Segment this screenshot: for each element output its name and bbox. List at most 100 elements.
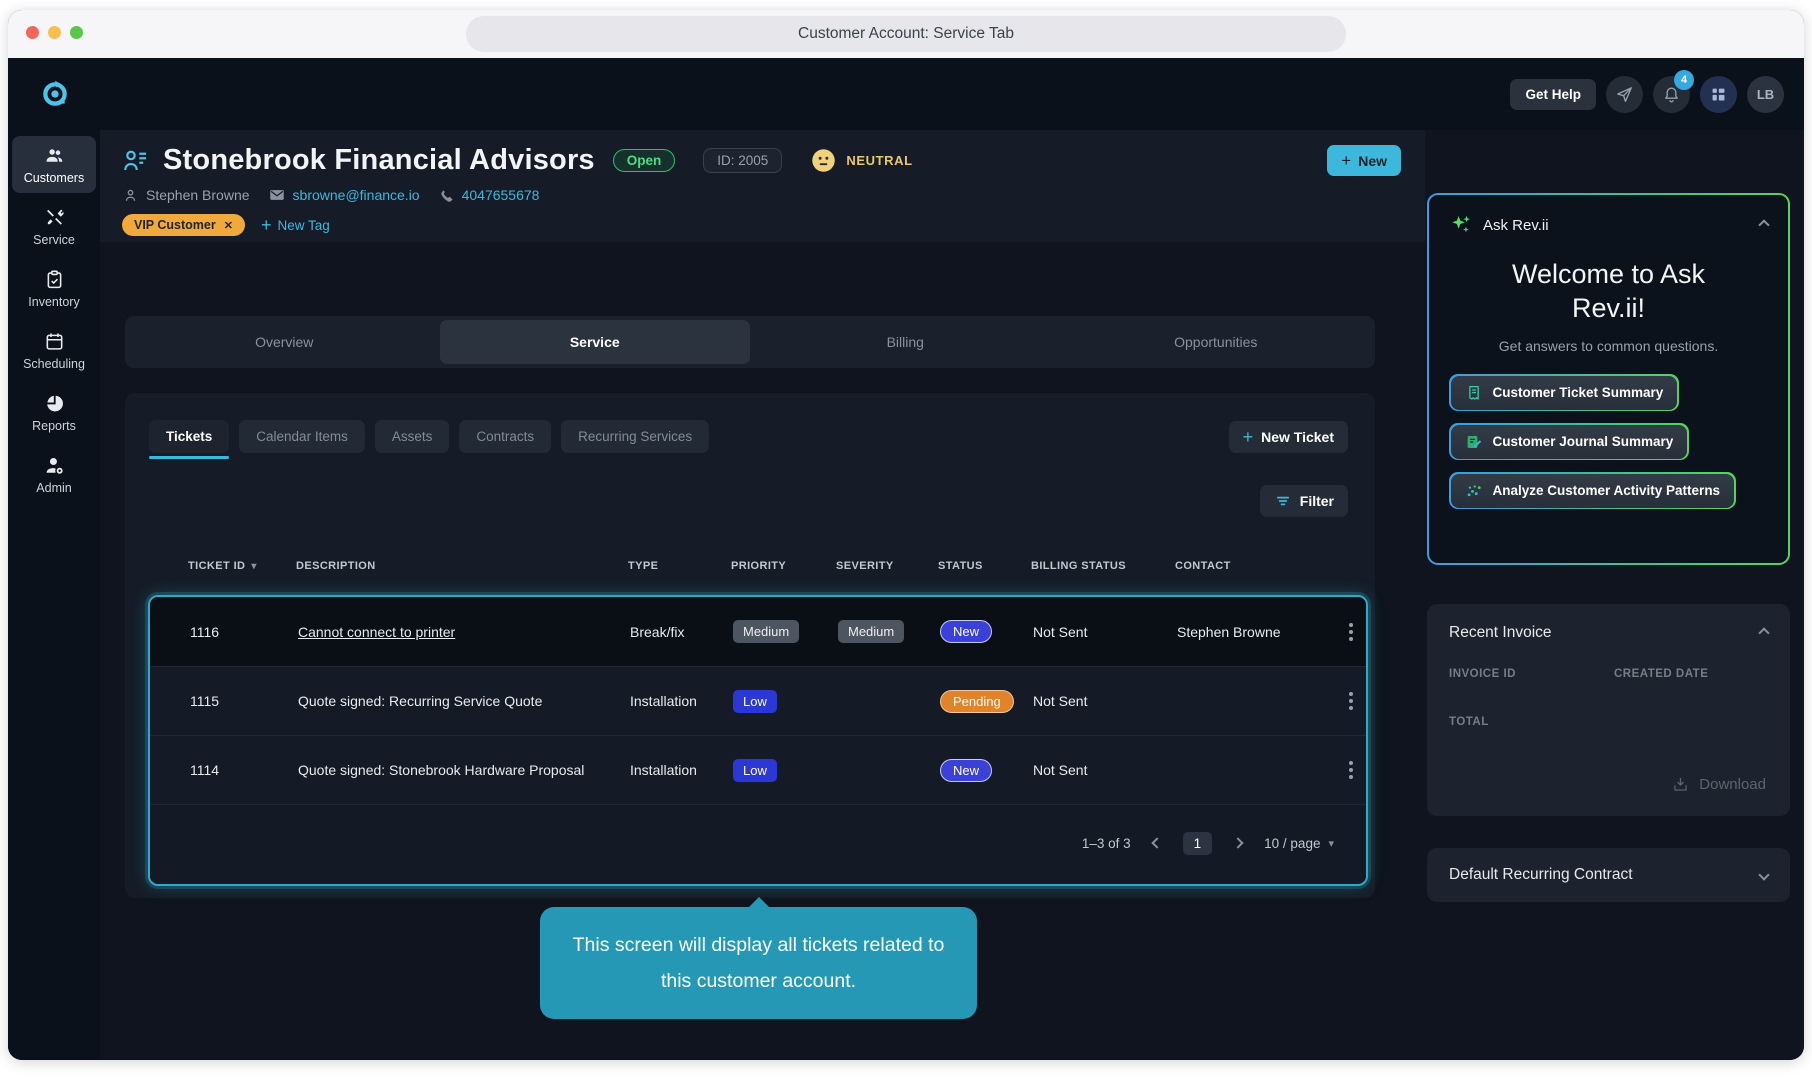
ticket-description-link[interactable]: Cannot connect to printer	[298, 624, 630, 640]
collapse-invoice-button[interactable]	[1760, 629, 1768, 637]
recent-invoice-card: Recent Invoice INVOICE ID CREATED DATE T…	[1427, 604, 1790, 816]
remove-tag-icon[interactable]: ✕	[224, 219, 233, 232]
notification-count-badge: 4	[1674, 70, 1694, 90]
customer-profile-icon	[122, 147, 149, 174]
priority-cell: Low	[733, 690, 838, 713]
window-title: Customer Account: Service Tab	[466, 16, 1346, 52]
page-size-select[interactable]: 10 / page ▾	[1264, 836, 1334, 851]
minimize-window-button[interactable]	[48, 26, 61, 39]
pie-chart-icon	[44, 393, 65, 414]
user-avatar[interactable]: LB	[1747, 76, 1784, 113]
ask-action-label: Analyze Customer Activity Patterns	[1493, 483, 1721, 498]
column-contact[interactable]: CONTACT	[1175, 560, 1347, 572]
admin-gear-icon	[44, 455, 65, 476]
tooltip-text: This screen will display all tickets rel…	[573, 934, 945, 992]
sidebar-item-customers[interactable]: Customers	[12, 136, 96, 193]
download-invoice-button[interactable]: Download	[1671, 775, 1766, 794]
app-logo-icon[interactable]	[40, 79, 70, 109]
filter-label: Filter	[1300, 493, 1334, 509]
column-billing-status[interactable]: BILLING STATUS	[1031, 560, 1175, 572]
analyze-activity-patterns-button[interactable]: Analyze Customer Activity Patterns	[1449, 472, 1736, 509]
new-tag-label: New Tag	[277, 218, 329, 233]
new-tag-button[interactable]: + New Tag	[261, 216, 330, 234]
table-row[interactable]: 1114 Quote signed: Stonebrook Hardware P…	[150, 735, 1366, 804]
new-ticket-label: New Ticket	[1261, 429, 1334, 445]
customer-email-link[interactable]: sbrowne@finance.io	[293, 187, 420, 203]
page-size-value: 10 / page	[1264, 836, 1320, 851]
next-page-button[interactable]	[1234, 839, 1242, 847]
tab-overview[interactable]: Overview	[129, 320, 440, 364]
sidebar-item-reports[interactable]: Reports	[12, 384, 96, 441]
plus-icon: +	[1341, 151, 1351, 171]
column-type[interactable]: TYPE	[628, 560, 731, 572]
ask-panel-title: Ask Rev.ii	[1483, 217, 1549, 234]
previous-page-button[interactable]	[1153, 839, 1161, 847]
download-label: Download	[1699, 776, 1766, 793]
subtab-tickets[interactable]: Tickets	[149, 420, 229, 453]
column-status[interactable]: STATUS	[938, 560, 1031, 572]
send-feedback-button[interactable]	[1606, 76, 1643, 113]
row-actions-menu-icon[interactable]	[1349, 623, 1353, 641]
subtab-assets[interactable]: Assets	[375, 420, 450, 453]
plus-icon: +	[261, 216, 272, 234]
tools-icon	[44, 207, 65, 228]
column-severity[interactable]: SEVERITY	[836, 560, 938, 572]
app-switcher-button[interactable]	[1700, 76, 1737, 113]
tab-opportunities[interactable]: Opportunities	[1061, 320, 1372, 364]
row-actions-menu-icon[interactable]	[1349, 692, 1353, 710]
subtab-recurring-services[interactable]: Recurring Services	[561, 420, 709, 453]
customer-id-badge: ID: 2005	[703, 148, 782, 173]
sidebar-item-inventory[interactable]: Inventory	[12, 260, 96, 317]
subtab-calendar-items[interactable]: Calendar Items	[239, 420, 365, 453]
total-label: TOTAL	[1449, 716, 1768, 728]
ticket-description[interactable]: Quote signed: Recurring Service Quote	[298, 693, 630, 709]
caret-down-icon: ▾	[1328, 837, 1334, 850]
get-help-button[interactable]: Get Help	[1510, 79, 1596, 110]
ask-action-label: Customer Ticket Summary	[1493, 385, 1664, 400]
row-actions-menu-icon[interactable]	[1349, 761, 1353, 779]
sidebar-item-admin[interactable]: Admin	[12, 446, 96, 503]
service-subtabs: Tickets Calendar Items Assets Contracts …	[149, 420, 709, 453]
column-description[interactable]: DESCRIPTION	[296, 560, 628, 572]
neutral-face-icon	[810, 147, 837, 174]
sidebar-item-label: Customers	[24, 171, 84, 185]
current-page-button[interactable]: 1	[1183, 832, 1213, 855]
priority-cell: Medium	[733, 620, 838, 643]
sidebar-item-label: Inventory	[28, 295, 79, 309]
status-cell: New	[940, 759, 1033, 782]
table-pagination: 1–3 of 3 1 10 / page ▾	[150, 804, 1366, 881]
expand-contract-button[interactable]	[1760, 871, 1768, 879]
ticket-id: 1115	[190, 693, 298, 709]
users-icon	[44, 145, 65, 166]
table-row[interactable]: 1115 Quote signed: Recurring Service Quo…	[150, 666, 1366, 735]
column-priority[interactable]: PRIORITY	[731, 560, 836, 572]
sidebar-item-scheduling[interactable]: Scheduling	[12, 322, 96, 379]
zoom-window-button[interactable]	[70, 26, 83, 39]
primary-contact: Stephen Browne	[122, 187, 250, 204]
customer-journal-summary-button[interactable]: Customer Journal Summary	[1449, 423, 1689, 460]
topnav-actions: Get Help 4 LB	[1510, 76, 1784, 113]
ask-revii-panel: Ask Rev.ii Welcome to Ask Rev.ii! Get an…	[1427, 193, 1790, 565]
sidebar-item-label: Service	[33, 233, 75, 247]
ticket-type: Break/fix	[630, 624, 733, 640]
apps-grid-icon	[1709, 85, 1728, 104]
customer-ticket-summary-button[interactable]: Customer Ticket Summary	[1449, 374, 1679, 411]
customer-phone-link[interactable]: 4047655678	[462, 187, 540, 203]
notifications-button[interactable]: 4	[1653, 76, 1690, 113]
tab-service[interactable]: Service	[440, 320, 751, 364]
status-badge: Pending	[940, 690, 1014, 713]
close-window-button[interactable]	[26, 26, 39, 39]
ticket-description[interactable]: Quote signed: Stonebrook Hardware Propos…	[298, 762, 630, 778]
customer-tag[interactable]: VIP Customer ✕	[122, 214, 245, 236]
sidebar-item-service[interactable]: Service	[12, 198, 96, 255]
new-record-button[interactable]: + New	[1327, 145, 1401, 176]
tab-billing[interactable]: Billing	[750, 320, 1061, 364]
priority-badge: Medium	[733, 620, 799, 643]
phone-icon	[438, 187, 455, 204]
filter-button[interactable]: Filter	[1260, 485, 1348, 517]
table-row[interactable]: 1116 Cannot connect to printer Break/fix…	[150, 597, 1366, 666]
column-ticket-id[interactable]: TICKET ID▾	[188, 560, 296, 572]
new-ticket-button[interactable]: + New Ticket	[1229, 421, 1348, 453]
collapse-ask-panel-button[interactable]	[1760, 221, 1768, 229]
subtab-contracts[interactable]: Contracts	[459, 420, 551, 453]
